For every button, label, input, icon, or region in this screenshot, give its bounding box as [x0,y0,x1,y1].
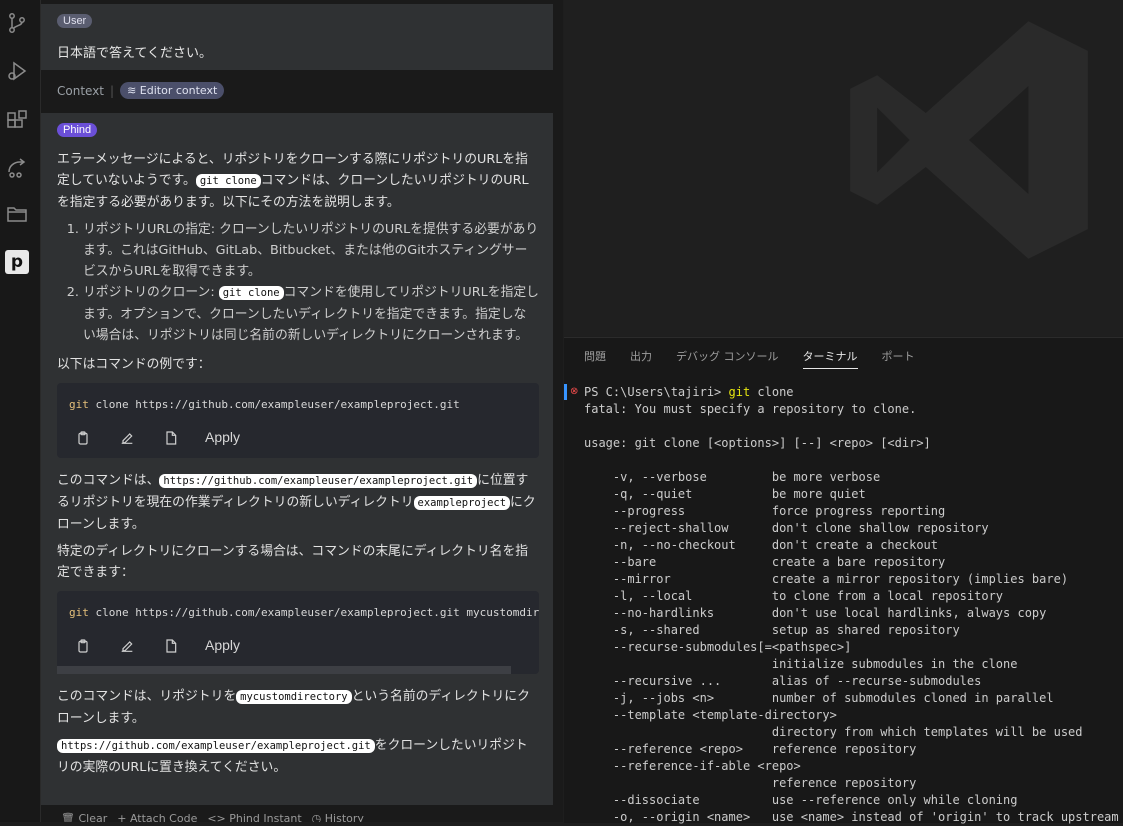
phind-answer-card: Phind エラーメッセージによると、リポジトリをクローンする際にリポジトリのU… [41,113,553,805]
horizontal-scrollbar[interactable] [57,666,511,674]
phind-chat-panel: User 日本語で答えてください。 Context | ≋ Editor con… [41,0,563,822]
phind-icon[interactable]: p [5,250,29,274]
error-circle-icon[interactable]: ⊗ [570,386,578,397]
tab-debug-console[interactable]: デバッグ コンソール [676,348,779,369]
edit-icon[interactable] [117,636,137,656]
code-block: git clone https://github.com/exampleuser… [57,591,539,674]
layers-icon: ≋ [127,84,137,97]
phind-instant-button[interactable]: <> Phind Instant [207,812,301,822]
context-label: Context [57,83,105,98]
terminal-lines: fatal: You must specify a repository to … [584,402,1119,824]
source-control-icon[interactable] [4,10,30,36]
file-icon[interactable] [161,636,181,656]
bottom-panel: 問題 出力 デバッグ コンソール ターミナル ポート ⊗ PS C:\Users… [564,337,1123,826]
apply-button[interactable]: Apply [205,635,240,656]
attach-code-button[interactable]: + Attach Code [117,812,197,822]
inline-code: mycustomdirectory [236,690,352,704]
inline-code: https://github.com/exampleuser/examplepr… [57,739,375,753]
code-block: git clone https://github.com/exampleuser… [57,383,539,458]
vscode-watermark-icon [850,21,1088,259]
clear-button[interactable]: 🗑 Clear [61,812,107,822]
copy-icon[interactable] [73,428,93,448]
file-icon[interactable] [161,428,181,448]
extensions-icon[interactable] [4,108,30,134]
copy-icon[interactable] [73,636,93,656]
terminal-output[interactable]: PS C:\Users\tajiri> git clone fatal: You… [584,384,1123,826]
answer-list: リポジトリURLの指定: クローンしたいリポジトリのURLを提供する必要がありま… [57,219,539,346]
run-debug-icon[interactable] [4,58,30,84]
answer-paragraph: エラーメッセージによると、リポジトリをクローンする際にリポジトリのURLを指定し… [57,152,529,210]
code-line[interactable]: git clone https://github.com/exampleuser… [57,383,539,421]
context-row: Context | ≋ Editor context [57,82,225,99]
answer-paragraph: このコマンドは、 https://github.com/exampleuser/e… [57,473,536,532]
answer-paragraph: https://github.com/exampleuser/examplepr… [57,738,528,775]
editor-area [564,0,1123,336]
activity-bar: p [0,0,41,822]
terminal-args: clone [750,385,794,399]
list-item: リポジトリURLの指定: クローンしたいリポジトリのURLを提供する必要がありま… [83,219,539,282]
code-actions: Apply [57,629,539,666]
user-message-card: User 日本語で答えてください。 [41,4,553,70]
chat-toolbar: 🗑 Clear + Attach Code <> Phind Instant ◷… [61,812,364,822]
edit-icon[interactable] [117,428,137,448]
editor-context-chip[interactable]: ≋ Editor context [120,82,225,99]
answer-body: エラーメッセージによると、リポジトリをクローンする際にリポジトリのURLを指定し… [57,149,539,784]
answer-paragraph: このコマンドは、リポジトリを mycustomdirectory という名前のディレ… [57,689,530,726]
phind-badge: Phind [57,123,98,137]
inline-code: exampleproject [413,496,511,510]
answer-paragraph: 以下はコマンドの例です： [57,357,211,372]
answer-paragraph: 特定のディレクトリにクローンする場合は、コマンドの末尾にディレクトリ名を指定でき… [57,544,529,580]
tab-ports[interactable]: ポート [882,348,915,369]
inline-code: git clone [195,174,261,188]
terminal-scrollbar[interactable] [1117,338,1123,823]
remote-icon[interactable] [4,155,30,181]
terminal-prompt: PS C:\Users\tajiri> [584,385,729,399]
user-message-text: 日本語で答えてください。 [57,46,212,61]
apply-button[interactable]: Apply [205,427,240,448]
list-item: リポジトリのクローン: git cloneコマンドを使用してリポジトリURLを指… [83,282,539,346]
terminal-command: git [728,385,751,399]
panel-tabs: 問題 出力 デバッグ コンソール ターミナル ポート [584,348,915,369]
history-button[interactable]: ◷ History [312,812,364,822]
tab-terminal[interactable]: ターミナル [802,348,858,369]
inline-code: git clone [218,286,284,300]
tab-problems[interactable]: 問題 [584,348,606,369]
code-line[interactable]: git clone https://github.com/exampleuser… [57,591,539,629]
command-decoration [564,384,567,400]
tab-output[interactable]: 出力 [630,348,652,369]
user-badge: User [57,14,93,28]
inline-code: https://github.com/exampleuser/examplepr… [159,474,478,488]
code-actions: Apply [57,421,539,458]
editor-context-label: Editor context [139,84,218,97]
explorer-icon[interactable] [4,201,30,227]
